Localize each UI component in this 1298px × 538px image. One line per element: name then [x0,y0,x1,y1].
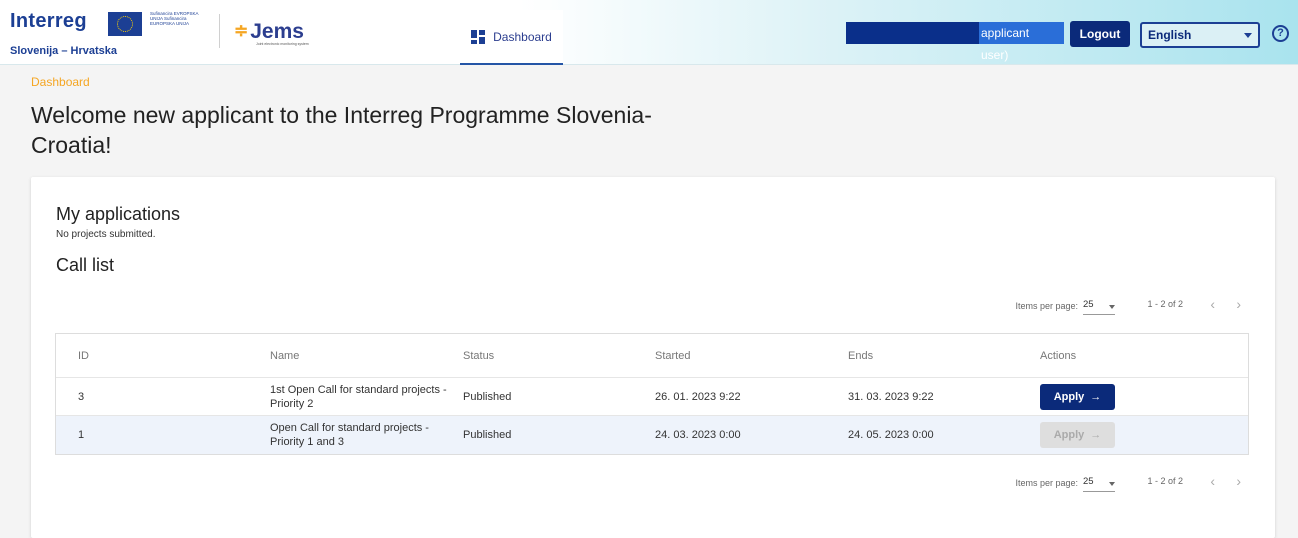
jems-icon: ≑ [234,21,249,40]
cell-name: Open Call for standard projects - Priori… [270,422,429,448]
apply-button-disabled: Apply → [1040,422,1115,448]
tab-dashboard[interactable]: Dashboard [460,10,563,65]
next-page-button[interactable]: › [1236,473,1241,489]
previous-page-button[interactable]: ‹ [1210,296,1215,312]
jems-tagline: Joint electronic monitoring system [256,42,309,46]
cell-ends: 24. 05. 2023 0:00 [848,429,934,441]
language-select[interactable]: English [1140,22,1260,48]
column-header-status[interactable]: Status [463,334,494,377]
my-applications-title: My applications [56,204,181,224]
items-per-page-value: 25 [1083,299,1094,310]
table-header-row: ID Name Status Started Ends Actions [56,334,1248,378]
arrow-right-icon: → [1090,429,1102,441]
user-name-redacted [846,22,979,44]
eu-flag-icon [108,12,142,36]
paginator-top: Items per page: 25 1 - 2 of 2 ‹ › [933,296,1253,316]
jems-logo-text: Jems [250,20,304,43]
table-row[interactable]: 3 1st Open Call for standard projects - … [56,378,1248,416]
eu-cofinanced-text: Sufinancira EVROPSKA UNIJA Sufinancira E… [150,11,199,26]
cell-name: 1st Open Call for standard projects - Pr… [270,383,447,410]
table-row[interactable]: 1 Open Call for standard projects - Prio… [56,416,1248,454]
cell-started: 24. 03. 2023 0:00 [655,429,741,441]
paginator-bottom: Items per page: 25 1 - 2 of 2 ‹ › [933,473,1253,493]
logout-button[interactable]: Logout [1070,21,1130,47]
interreg-logo: Interreg [10,10,87,32]
apply-button-label: Apply [1053,390,1085,403]
apply-button-label: Apply [1053,429,1085,441]
cell-status: Published [463,429,512,441]
column-header-name[interactable]: Name [270,334,460,377]
jems-logo: ≑Jems [234,20,304,44]
paginator-range: 1 - 2 of 2 [1147,476,1183,486]
no-projects-note: No projects submitted. [56,229,156,240]
items-per-page-select[interactable]: 25 [1083,299,1115,315]
column-header-id[interactable]: ID [78,334,89,377]
breadcrumb[interactable]: Dashboard [31,75,90,89]
app-header: Interreg Sufinancira EVROPSKA UNIJA Sufi… [0,0,1298,65]
chevron-down-icon [1109,305,1115,309]
dashboard-card: My applications No projects submitted. C… [31,177,1275,538]
chevron-down-icon [1244,33,1252,38]
call-list-title: Call list [56,255,115,275]
cell-status: Published [463,390,512,403]
apply-button[interactable]: Apply → [1040,383,1115,410]
items-per-page-label: Items per page: [1015,301,1078,311]
items-per-page-label: Items per page: [1015,478,1078,488]
cell-ends: 31. 03. 2023 9:22 [848,390,934,403]
logo-divider [219,14,220,48]
page-title: Welcome new applicant to the Interreg Pr… [31,102,652,158]
cell-actions: Apply → [1040,378,1115,415]
next-page-button[interactable]: › [1236,296,1241,312]
column-header-ends[interactable]: Ends [848,334,873,377]
cell-actions: Apply → [1040,416,1115,454]
column-header-actions: Actions [1040,349,1077,362]
cell-id: 1 [78,429,85,441]
items-per-page-value: 25 [1083,476,1094,487]
language-select-value: English [1148,28,1192,42]
column-header-started[interactable]: Started [655,334,690,377]
previous-page-button[interactable]: ‹ [1210,473,1215,489]
cell-id: 3 [78,390,85,403]
call-list-table: ID Name Status Started Ends Actions 3 1s… [55,333,1249,455]
cell-started: 26. 01. 2023 9:22 [655,390,741,403]
chevron-down-icon [1109,482,1115,486]
items-per-page-select[interactable]: 25 [1083,476,1115,492]
help-icon[interactable]: ? [1272,25,1289,42]
programme-region: Slovenija – Hrvatska [10,45,118,57]
user-info: applicant user) [846,22,1064,62]
arrow-right-icon: → [1090,390,1102,403]
tab-dashboard-label: Dashboard [493,29,552,44]
user-role-label: applicant user) [979,22,1064,62]
paginator-range: 1 - 2 of 2 [1147,299,1183,309]
dashboard-icon [471,29,486,44]
